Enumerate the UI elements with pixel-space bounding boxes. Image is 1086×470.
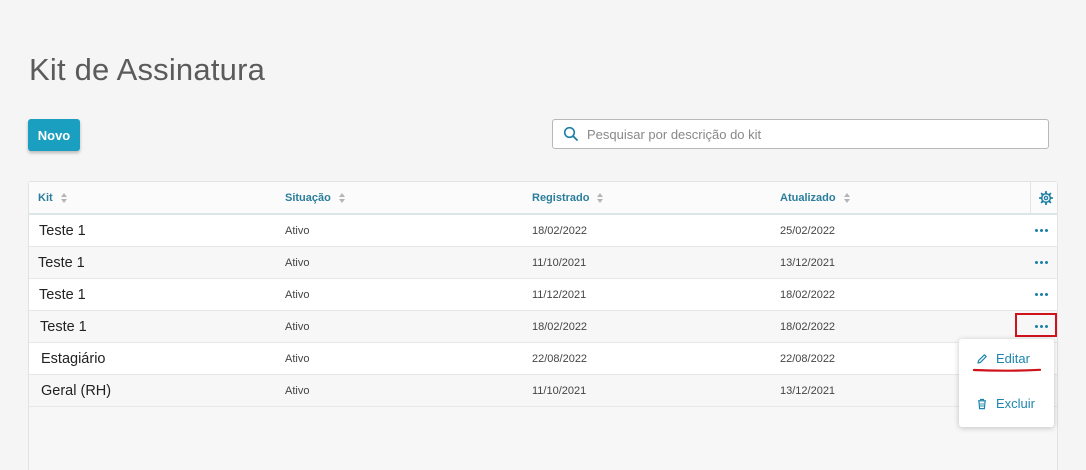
registered-date: 18/02/2022	[532, 224, 588, 237]
row-actions-button[interactable]	[1031, 215, 1051, 246]
table-settings-button[interactable]	[1030, 182, 1061, 213]
sort-icon[interactable]	[60, 192, 67, 203]
row-actions-button[interactable]	[1031, 247, 1051, 278]
table-row[interactable]: Teste 1 Ativo 11/12/2021 18/02/2022	[29, 279, 1057, 311]
table-row[interactable]: Teste 1 Ativo 11/10/2021 13/12/2021	[29, 247, 1057, 279]
page-title: Kit de Assinatura	[29, 52, 266, 87]
sort-icon[interactable]	[338, 192, 345, 203]
new-kit-button[interactable]: Novo	[28, 119, 80, 151]
table-row[interactable]: Teste 1 Ativo 18/02/2022 25/02/2022	[29, 215, 1057, 247]
sort-icon[interactable]	[843, 192, 850, 203]
column-header-label: Registrado	[532, 191, 590, 204]
search-icon	[563, 126, 579, 142]
registered-date: 18/02/2022	[532, 320, 588, 333]
status-cell: Ativo	[285, 256, 310, 269]
search-field[interactable]	[552, 119, 1049, 149]
updated-date: 18/02/2022	[780, 320, 836, 333]
edit-label: Editar	[996, 351, 1030, 366]
delete-menu-item[interactable]: Excluir	[976, 396, 1035, 411]
kit-name: Teste 1	[40, 318, 87, 335]
status-cell: Ativo	[285, 288, 310, 301]
registered-date: 11/10/2021	[532, 256, 587, 269]
updated-date: 25/02/2022	[780, 224, 836, 237]
status-cell: Ativo	[285, 384, 310, 397]
registered-date: 22/08/2022	[532, 352, 588, 365]
delete-label: Excluir	[996, 396, 1036, 411]
status-cell: Ativo	[285, 352, 310, 365]
kit-name: Teste 1	[39, 286, 86, 303]
registered-date: 11/12/2021	[532, 288, 587, 301]
updated-date: 22/08/2022	[780, 352, 836, 365]
search-input[interactable]	[585, 125, 1048, 143]
updated-date: 18/02/2022	[780, 288, 836, 301]
pencil-icon	[976, 353, 988, 365]
table-body: Teste 1 Ativo 18/02/2022 25/02/2022 Test…	[29, 215, 1057, 407]
column-header-label: Atualizado	[780, 191, 836, 204]
kit-name: Teste 1	[39, 222, 86, 239]
table-row[interactable]: Estagiário Ativo 22/08/2022 22/08/2022	[29, 343, 1057, 375]
more-options-icon	[1034, 261, 1048, 264]
status-cell: Ativo	[285, 320, 310, 333]
updated-date: 13/12/2021	[780, 256, 836, 269]
column-header-registrado[interactable]: Registrado	[532, 182, 604, 213]
column-header-kit[interactable]: Kit	[38, 182, 67, 213]
column-header-label: Kit	[38, 191, 53, 204]
page: Kit de Assinatura Novo Kit Situação	[0, 0, 1086, 470]
column-header-atualizado[interactable]: Atualizado	[780, 182, 850, 213]
column-header-label: Situação	[285, 191, 331, 204]
annotation-underline	[973, 368, 1041, 372]
kit-name: Geral (RH)	[41, 382, 112, 399]
gear-icon	[1039, 190, 1053, 205]
updated-date: 13/12/2021	[780, 384, 836, 397]
kits-table: Kit Situação Registrado Atualizado Teste…	[28, 181, 1058, 470]
table-header: Kit Situação Registrado Atualizado	[29, 182, 1057, 215]
more-options-icon	[1034, 229, 1048, 232]
table-row[interactable]: Teste 1 Ativo 18/02/2022 18/02/2022	[29, 311, 1057, 343]
more-options-icon	[1034, 293, 1048, 296]
row-actions-menu: Editar Excluir	[959, 339, 1054, 427]
registered-date: 11/10/2021	[532, 384, 587, 397]
trash-icon	[976, 398, 988, 410]
table-row[interactable]: Geral (RH) Ativo 11/10/2021 13/12/2021	[29, 375, 1057, 407]
edit-menu-item[interactable]: Editar	[976, 351, 1030, 366]
status-cell: Ativo	[285, 224, 310, 237]
kit-name: Teste 1	[38, 254, 85, 271]
sort-icon[interactable]	[597, 192, 604, 203]
column-header-situacao[interactable]: Situação	[285, 182, 345, 213]
row-actions-button[interactable]	[1031, 279, 1051, 310]
annotation-highlight-box	[1015, 313, 1057, 337]
kit-name: Estagiário	[41, 350, 106, 367]
